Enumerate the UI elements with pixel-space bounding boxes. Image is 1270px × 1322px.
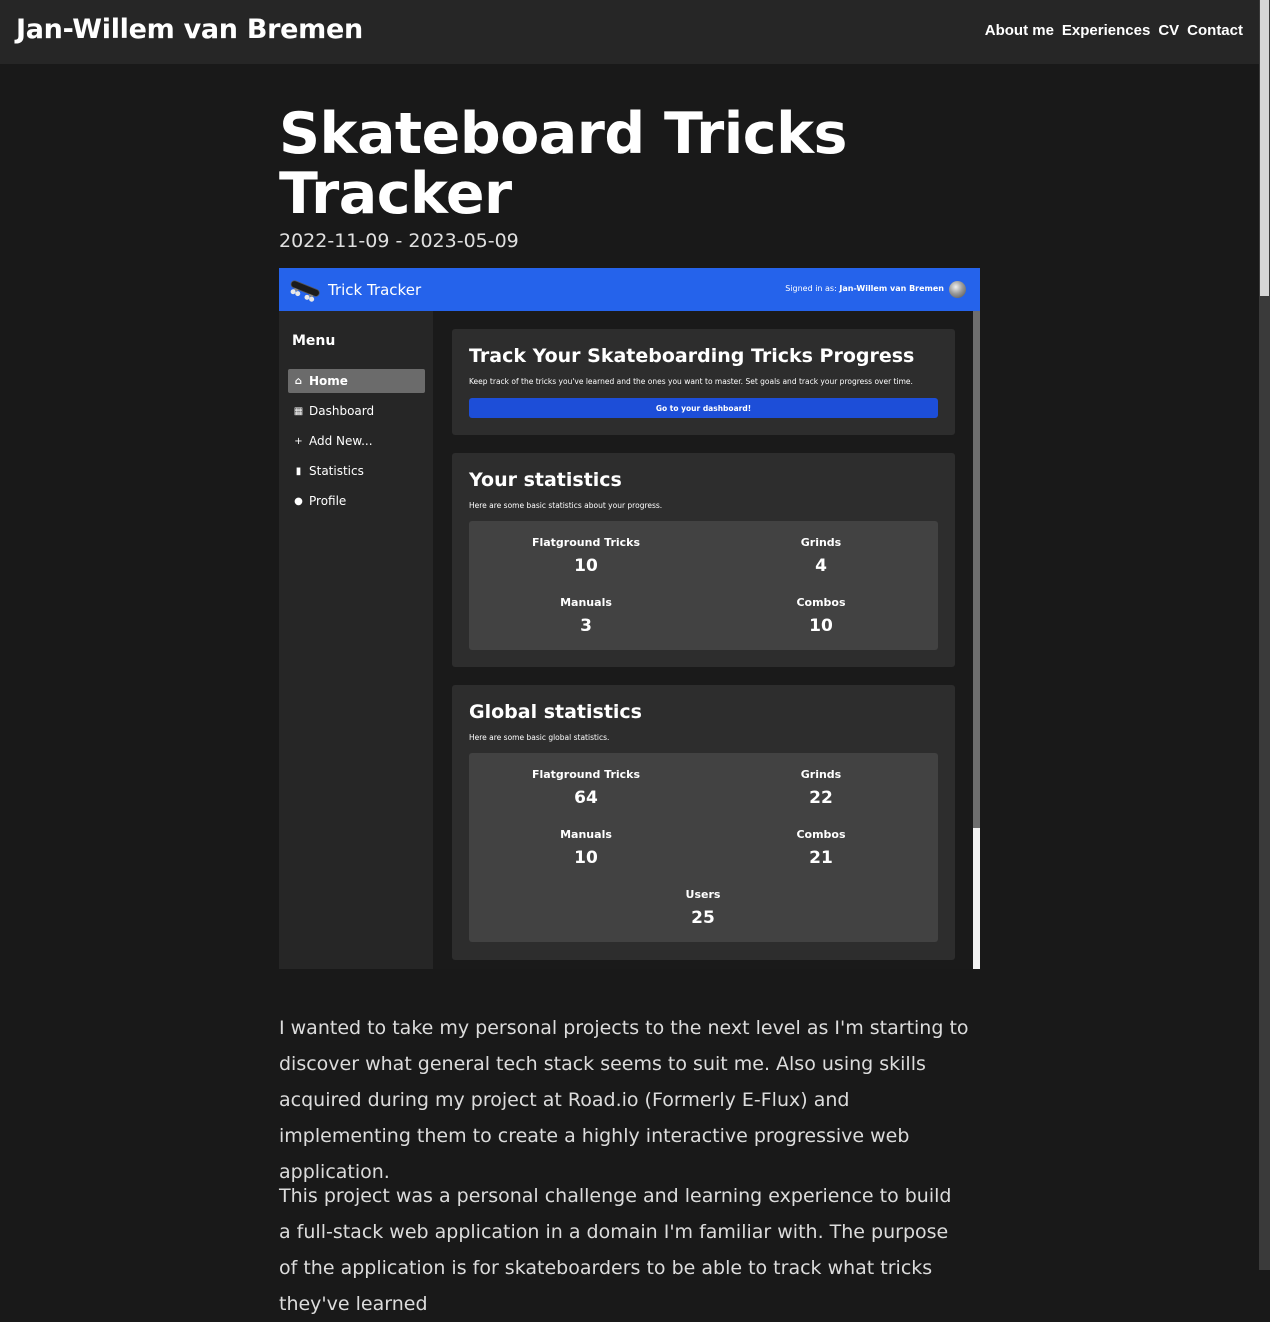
app-title: Trick Tracker bbox=[328, 281, 422, 299]
global-statistics-card: Global statistics Here are some basic gl… bbox=[452, 685, 955, 960]
stat-label: Users bbox=[685, 888, 721, 901]
stat-value: 10 bbox=[809, 616, 833, 636]
your-statistics-card: Your statistics Here are some basic stat… bbox=[452, 453, 955, 667]
your-statistics-title: Your statistics bbox=[469, 469, 622, 491]
sidebar-item-label: Profile bbox=[309, 494, 347, 508]
plus-icon: + bbox=[294, 435, 303, 447]
signed-in-prefix: Signed in as: bbox=[785, 284, 837, 293]
stat-grinds: Grinds 22 bbox=[721, 768, 921, 809]
page-scrollbar[interactable] bbox=[1259, 0, 1270, 1270]
stat-value: 25 bbox=[691, 908, 715, 928]
sidebar-item-label: Add New... bbox=[309, 434, 373, 448]
sidebar-item-label: Dashboard bbox=[309, 404, 375, 418]
sidebar-item-label: Statistics bbox=[309, 464, 364, 478]
sidebar-item-dashboard: ▦ Dashboard bbox=[288, 399, 425, 423]
stat-combos: Combos 10 bbox=[721, 596, 921, 637]
bar-chart-icon: ▮ bbox=[295, 465, 302, 477]
app-screenshot: Trick Tracker Signed in as: Jan-Willem v… bbox=[279, 268, 980, 969]
stat-value: 22 bbox=[809, 788, 833, 808]
stat-value: 21 bbox=[809, 848, 833, 868]
signed-in-user: Jan-Willem van Bremen bbox=[839, 284, 944, 293]
hero-description: Keep track of the tricks you've learned … bbox=[469, 377, 913, 386]
global-statistics-box: Flatground Tricks 64 Grinds 22 Manuals 1… bbox=[469, 753, 938, 942]
stat-flatground-tricks: Flatground Tricks 64 bbox=[486, 768, 686, 809]
grid-icon: ▦ bbox=[293, 405, 304, 417]
home-icon: ⌂ bbox=[294, 375, 303, 387]
nav-link-cv[interactable]: CV bbox=[1158, 22, 1179, 39]
signed-in-label: Signed in as: Jan-Willem van Bremen bbox=[785, 284, 944, 293]
go-to-dashboard-button: Go to your dashboard! bbox=[469, 398, 938, 418]
stat-value: 64 bbox=[574, 788, 598, 808]
page-scrollbar-thumb[interactable] bbox=[1260, 0, 1269, 296]
app-header: Trick Tracker Signed in as: Jan-Willem v… bbox=[279, 268, 980, 311]
stat-label: Grinds bbox=[800, 536, 842, 549]
page-title-line-1: Skateboard Tricks bbox=[279, 101, 847, 167]
stat-grinds: Grinds 4 bbox=[721, 536, 921, 577]
page-title: Skateboard Tricks Tracker bbox=[279, 104, 969, 224]
paragraph-intro: I wanted to take my personal projects to… bbox=[279, 1017, 969, 1183]
stat-users: Users 25 bbox=[603, 888, 803, 929]
skateboard-icon bbox=[290, 280, 320, 302]
app-scrollbar-thumb bbox=[973, 828, 980, 969]
stat-label: Flatground Tricks bbox=[531, 536, 641, 549]
page-title-line-2: Tracker bbox=[279, 161, 512, 227]
stat-label: Combos bbox=[796, 596, 846, 609]
stat-combos: Combos 21 bbox=[721, 828, 921, 869]
site-title[interactable]: Jan-Willem van Bremen bbox=[16, 14, 363, 45]
stat-value: 4 bbox=[815, 556, 827, 576]
your-statistics-box: Flatground Tricks 10 Grinds 4 Manuals 3 … bbox=[469, 521, 938, 650]
sidebar-item-statistics: ▮ Statistics bbox=[288, 459, 425, 483]
global-statistics-description: Here are some basic global statistics. bbox=[469, 733, 610, 742]
nav-links: About me Experiences CV Contact bbox=[985, 22, 1243, 39]
stat-value: 10 bbox=[574, 556, 598, 576]
article-header: Skateboard Tricks Tracker 2022-11-09 - 2… bbox=[279, 104, 969, 252]
stat-label: Combos bbox=[796, 828, 846, 841]
sidebar-item-add-new: + Add New... bbox=[288, 429, 425, 453]
your-statistics-description: Here are some basic statistics about you… bbox=[469, 501, 663, 510]
nav-link-experiences[interactable]: Experiences bbox=[1062, 22, 1150, 39]
avatar bbox=[949, 281, 966, 298]
stat-value: 3 bbox=[580, 616, 592, 636]
stat-label: Grinds bbox=[800, 768, 842, 781]
hero-card: Track Your Skateboarding Tricks Progress… bbox=[452, 329, 955, 435]
stat-flatground-tricks: Flatground Tricks 10 bbox=[486, 536, 686, 577]
sidebar-item-profile: ● Profile bbox=[288, 489, 425, 513]
stat-label: Manuals bbox=[560, 596, 612, 609]
global-statistics-title: Global statistics bbox=[469, 701, 642, 723]
app-sidebar: Menu ⌂ Home ▦ Dashboard + Add New... ▮ S… bbox=[279, 311, 433, 969]
top-navbar: Jan-Willem van Bremen About me Experienc… bbox=[0, 0, 1259, 64]
nav-link-contact[interactable]: Contact bbox=[1187, 22, 1243, 39]
hero-title: Track Your Skateboarding Tricks Progress bbox=[469, 345, 915, 367]
project-dates: 2022-11-09 - 2023-05-09 bbox=[279, 230, 519, 252]
stat-value: 10 bbox=[574, 848, 598, 868]
nav-link-about-me[interactable]: About me bbox=[985, 22, 1054, 39]
stat-manuals: Manuals 3 bbox=[486, 596, 686, 637]
paragraph-purpose: This project was a personal challenge an… bbox=[279, 1185, 952, 1315]
stat-label: Manuals bbox=[560, 828, 612, 841]
sidebar-item-label: Home bbox=[309, 374, 348, 388]
person-icon: ● bbox=[294, 495, 303, 507]
sidebar-item-home: ⌂ Home bbox=[288, 369, 425, 393]
stat-label: Flatground Tricks bbox=[531, 768, 641, 781]
menu-title: Menu bbox=[292, 333, 336, 349]
stat-manuals: Manuals 10 bbox=[486, 828, 686, 869]
